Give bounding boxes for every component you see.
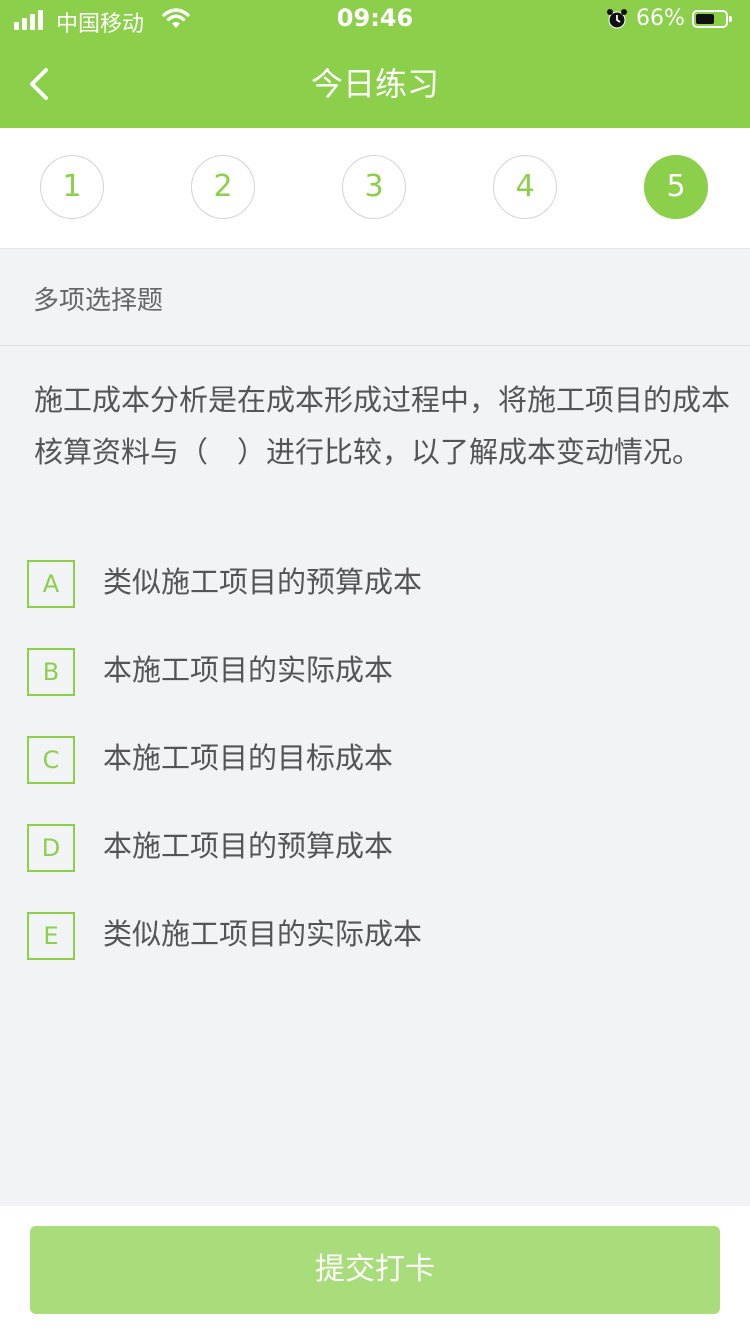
question-number-1[interactable]: 1 xyxy=(40,155,104,219)
alarm-icon xyxy=(607,9,627,29)
option-text: 本施工项目的实际成本 xyxy=(103,653,394,687)
page-title: 今日练习 xyxy=(310,65,439,103)
option-key: D xyxy=(27,824,75,872)
battery-icon xyxy=(692,10,732,28)
header-bar: 中国移动 09:46 66% 今日练习 xyxy=(0,0,750,128)
question-type-label: 多项选择题 xyxy=(0,248,750,346)
option-key: A xyxy=(27,560,75,608)
question-number-4[interactable]: 4 xyxy=(493,155,557,219)
question-number-3[interactable]: 3 xyxy=(342,155,406,219)
option-b[interactable]: B 本施工项目的实际成本 xyxy=(27,648,727,696)
question-number-2[interactable]: 2 xyxy=(191,155,255,219)
option-key: B xyxy=(27,648,75,696)
question-text: 施工成本分析是在成本形成过程中，将施工项目的成本核算资料与（ ）进行比较，以了解… xyxy=(34,383,731,469)
option-text: 类似施工项目的实际成本 xyxy=(103,917,423,951)
submit-checkin-button[interactable]: 提交打卡 xyxy=(30,1226,720,1314)
battery-percent: 66% xyxy=(636,6,685,31)
option-a[interactable]: A 类似施工项目的预算成本 xyxy=(27,560,727,608)
option-text: 本施工项目的预算成本 xyxy=(103,829,394,863)
option-key: E xyxy=(27,912,75,960)
question-number-nav: 1 2 3 4 5 xyxy=(0,128,750,249)
option-d[interactable]: D 本施工项目的预算成本 xyxy=(27,824,727,872)
status-bar: 中国移动 09:46 66% xyxy=(0,0,750,40)
option-text: 本施工项目的目标成本 xyxy=(103,741,394,775)
option-e[interactable]: E 类似施工项目的实际成本 xyxy=(27,912,727,960)
option-text: 类似施工项目的预算成本 xyxy=(103,565,423,599)
question-number-5[interactable]: 5 xyxy=(644,155,708,219)
footer-bar: 提交打卡 xyxy=(0,1206,750,1334)
option-key: C xyxy=(27,736,75,784)
option-c[interactable]: C 本施工项目的目标成本 xyxy=(27,736,727,784)
